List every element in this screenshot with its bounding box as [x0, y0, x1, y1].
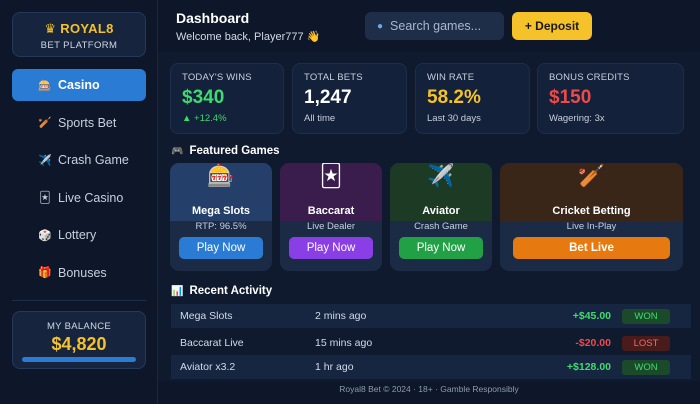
- game-title: Baccarat: [307, 205, 355, 217]
- game-card-baccarat[interactable]: 🃏 Baccarat Live Dealer Play Now: [280, 163, 382, 271]
- page-title: Dashboard: [176, 10, 250, 26]
- stat-label: WIN RATE: [427, 72, 475, 83]
- sidebar-divider: [12, 300, 146, 301]
- section-title-activity: 📊 Recent Activity: [171, 285, 272, 297]
- activity-time: 2 mins ago: [315, 310, 367, 322]
- search-input[interactable]: ● Search games...: [365, 12, 504, 40]
- airplane-icon: ✈️: [427, 163, 455, 188]
- activity-row[interactable]: Mega Slots 2 mins ago +$45.00 WON: [171, 304, 691, 328]
- nav-item-label: Casino: [58, 78, 100, 92]
- stat-value: $340: [182, 87, 225, 108]
- search-placeholder: Search games...: [390, 19, 482, 33]
- game-sub: Live In-Play: [566, 221, 617, 232]
- cricket-icon: 🏏: [38, 117, 52, 129]
- stat-card-win-rate: WIN RATE 58.2% Last 30 days: [415, 63, 530, 134]
- nav-item-bonuses[interactable]: 🎁 Bonuses: [12, 257, 146, 289]
- brand-tagline: BET PLATFORM: [40, 40, 118, 51]
- game-sub: Crash Game: [414, 221, 468, 232]
- game-title: Cricket Betting: [552, 205, 631, 217]
- card-banner: 🃏 Baccarat: [280, 163, 382, 221]
- sidebar-nav: 🎰 Casino 🏏 Sports Bet ✈️ Crash Game 🃏 Li…: [12, 69, 146, 294]
- activity-game: Mega Slots: [180, 310, 233, 322]
- status-badge: WON: [622, 308, 670, 324]
- activity-time: 15 mins ago: [315, 337, 373, 349]
- slot-machine-icon: 🎰: [38, 79, 52, 92]
- status-badge: WON: [622, 359, 670, 375]
- stat-card-bonus-credits: BONUS CREDITS $150 Wagering: 3x: [537, 63, 684, 134]
- gift-icon: 🎁: [38, 267, 52, 279]
- stat-value: 58.2%: [427, 87, 481, 108]
- game-sub: RTP: 96.5%: [195, 221, 247, 232]
- nav-item-casino[interactable]: 🎰 Casino: [12, 69, 146, 101]
- search-icon: ●: [377, 20, 384, 32]
- stat-label: BONUS CREDITS: [549, 72, 630, 83]
- brand-logo[interactable]: ♛ ROYAL8 BET PLATFORM: [12, 12, 146, 57]
- nav-item-live-casino[interactable]: 🃏 Live Casino: [12, 182, 146, 214]
- bar-chart-icon: 📊: [171, 285, 184, 297]
- section-title-text: Featured Games: [189, 145, 280, 157]
- section-title-featured: 🎮 Featured Games: [171, 145, 280, 157]
- welcome-message: Welcome back, Player777 👋: [176, 31, 321, 43]
- stat-value: 1,247: [304, 87, 352, 108]
- stat-sub: ▲ +12.4%: [182, 113, 227, 124]
- balance-value: $4,820: [51, 334, 107, 354]
- card-banner: 🎰 Mega Slots: [170, 163, 272, 221]
- slot-machine-icon: 🎰: [207, 163, 235, 188]
- stat-sub: All time: [304, 113, 336, 124]
- nav-item-label: Lottery: [58, 228, 97, 242]
- balance-card: MY BALANCE $4,820: [12, 311, 146, 369]
- activity-amount: +$128.00: [566, 361, 611, 373]
- sidebar: ♛ ROYAL8 BET PLATFORM 🎰 Casino 🏏 Sports …: [0, 0, 158, 404]
- game-title: Aviator: [422, 205, 460, 217]
- dice-icon: 🎲: [38, 229, 52, 242]
- activity-time: 1 hr ago: [315, 361, 354, 373]
- game-card-aviator[interactable]: ✈️ Aviator Crash Game Play Now: [390, 163, 492, 271]
- play-now-button[interactable]: Play Now: [289, 237, 373, 259]
- playing-card-icon: 🃏: [319, 163, 343, 188]
- playing-card-icon: 🃏: [39, 192, 51, 204]
- stat-label: TODAY'S WINS: [182, 72, 252, 83]
- cricket-icon: 🏏: [577, 163, 606, 188]
- airplane-icon: ✈️: [38, 154, 52, 167]
- stat-card-total-bets: TOTAL BETS 1,247 All time: [292, 63, 407, 134]
- game-card-mega-slots[interactable]: 🎰 Mega Slots RTP: 96.5% Play Now: [170, 163, 272, 271]
- game-sub: Live Dealer: [306, 221, 356, 232]
- activity-row[interactable]: Aviator x3.2 1 hr ago +$128.00 WON: [171, 355, 691, 379]
- nav-item-lottery[interactable]: 🎲 Lottery: [12, 219, 146, 251]
- status-badge: LOST: [622, 335, 670, 351]
- activity-row[interactable]: Baccarat Live 15 mins ago -$20.00 LOST: [171, 331, 691, 355]
- header: Dashboard Welcome back, Player777 👋 ● Se…: [158, 0, 700, 52]
- balance-label: MY BALANCE: [46, 321, 112, 332]
- balance-bar: [22, 357, 136, 362]
- stat-value: $150: [549, 87, 592, 108]
- play-now-button[interactable]: Play Now: [399, 237, 483, 259]
- nav-item-crash-game[interactable]: ✈️ Crash Game: [12, 144, 146, 176]
- stat-card-todays-wins: TODAY'S WINS $340 ▲ +12.4%: [170, 63, 284, 134]
- game-card-cricket-betting[interactable]: 🏏 Cricket Betting Live In-Play Bet Live: [500, 163, 683, 271]
- stat-sub: Last 30 days: [427, 113, 481, 124]
- play-now-button[interactable]: Play Now: [179, 237, 263, 259]
- nav-item-label: Crash Game: [58, 153, 129, 167]
- game-title: Mega Slots: [191, 205, 251, 217]
- bet-live-button[interactable]: Bet Live: [513, 237, 670, 259]
- nav-item-label: Sports Bet: [58, 115, 117, 130]
- nav-item-label: Live Casino: [58, 190, 124, 205]
- stat-label: TOTAL BETS: [304, 72, 363, 83]
- activity-amount: -$20.00: [575, 337, 611, 349]
- activity-game: Aviator x3.2: [180, 361, 236, 373]
- stat-sub: Wagering: 3x: [549, 113, 605, 124]
- nav-item-sports-bet[interactable]: 🏏 Sports Bet: [12, 107, 146, 139]
- card-banner: 🏏 Cricket Betting: [500, 163, 683, 221]
- section-title-text: Recent Activity: [189, 285, 273, 297]
- brand-name: ♛ ROYAL8: [44, 21, 114, 36]
- deposit-button[interactable]: + Deposit: [512, 12, 592, 40]
- nav-item-label: Bonuses: [58, 265, 107, 280]
- activity-amount: +$45.00: [572, 310, 611, 322]
- gamepad-icon: 🎮: [171, 145, 184, 157]
- activity-game: Baccarat Live: [180, 337, 244, 349]
- footer: Royal8 Bet © 2024 · 18+ · Gamble Respons…: [158, 381, 700, 404]
- card-banner: ✈️ Aviator: [390, 163, 492, 221]
